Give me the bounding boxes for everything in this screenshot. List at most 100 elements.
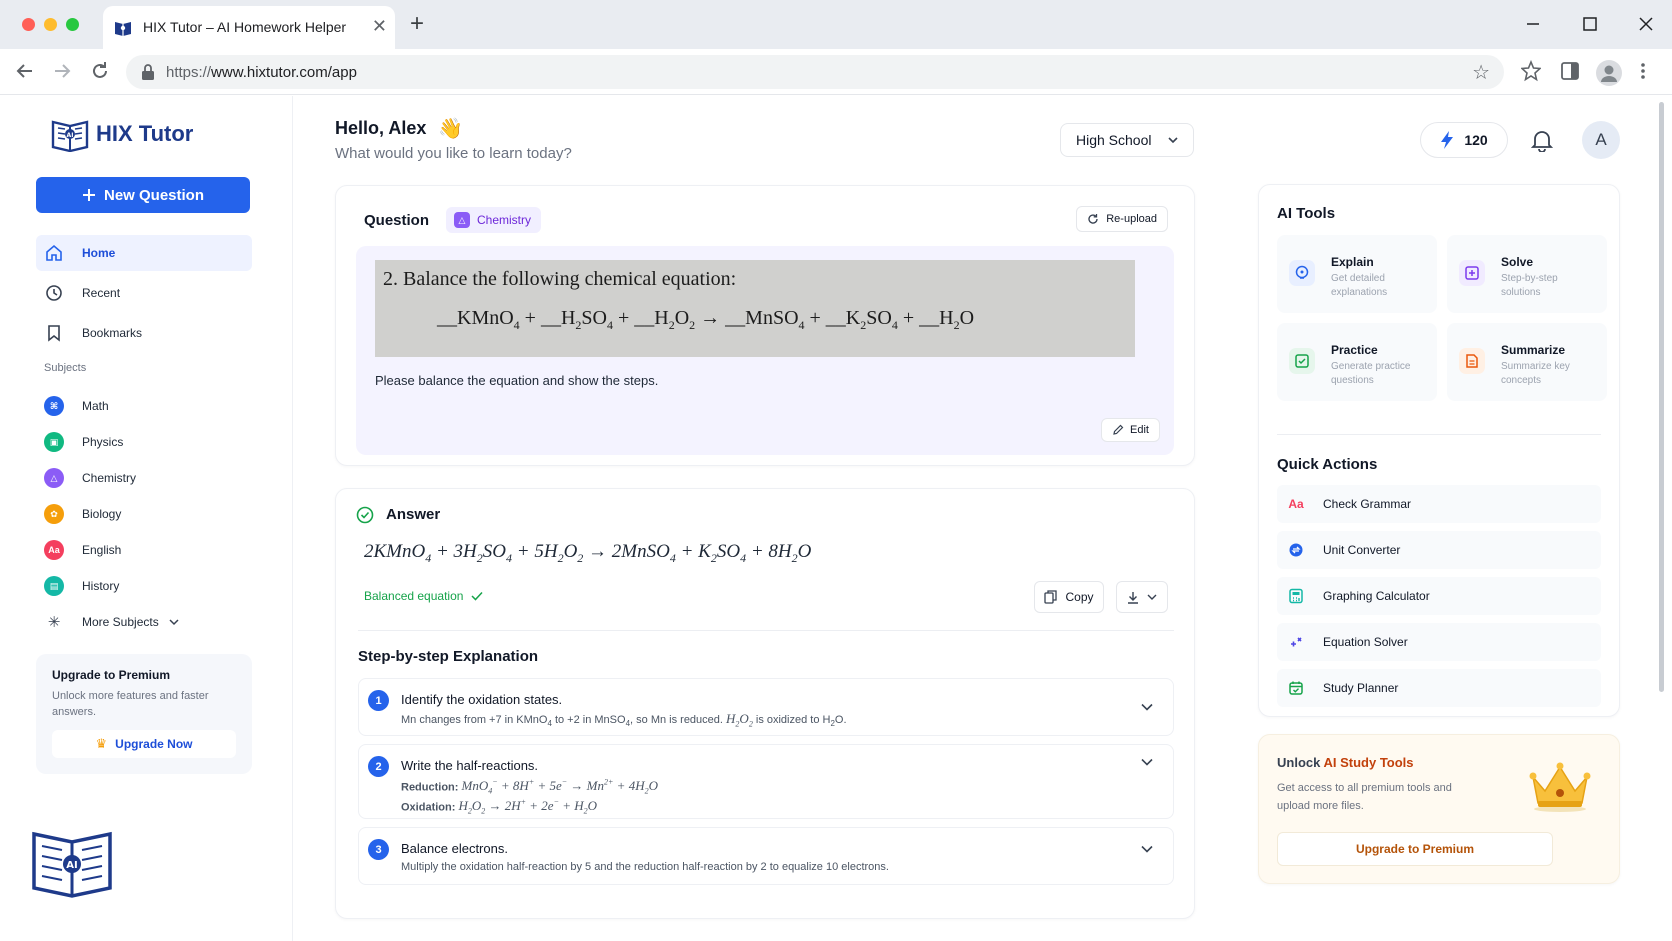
subject-history[interactable]: ▤ History	[36, 571, 252, 601]
subject-english[interactable]: Aa English	[36, 535, 252, 565]
quick-equation-solver[interactable]: Equation Solver	[1277, 623, 1601, 661]
graphing-calculator-icon	[1287, 588, 1305, 604]
reduction-half-reaction: Reduction: MnO4− + 8H+ + 5e− → Mn2+ + 4H…	[401, 778, 658, 796]
tool-solve[interactable]: Solve Step-by-step solutions	[1447, 235, 1607, 313]
subject-physics[interactable]: ▣ Physics	[36, 427, 252, 457]
browser-tab[interactable]: HIX Tutor – AI Homework Helper ✕	[103, 6, 395, 49]
subject-math[interactable]: ⌘ Math	[36, 391, 252, 421]
unit-converter-icon	[1287, 542, 1305, 558]
subject-biology[interactable]: ✿ Biology	[36, 499, 252, 529]
url-text: https://www.hixtutor.com/app	[166, 64, 357, 81]
avatar[interactable]: A	[1582, 121, 1620, 159]
chevron-down-icon[interactable]	[1141, 845, 1153, 853]
upgrade-now-label: Upgrade Now	[115, 737, 193, 751]
chevron-down-icon	[1147, 594, 1157, 600]
side-panel-icon[interactable]	[1560, 60, 1580, 87]
browser-menu-icon[interactable]	[1640, 60, 1646, 87]
extensions-icon[interactable]	[1520, 59, 1542, 87]
tool-name: Practice	[1331, 343, 1378, 357]
quick-graphing-calculator[interactable]: Graphing Calculator	[1277, 577, 1601, 615]
brand-logo[interactable]: AI HIX Tutor	[50, 116, 193, 152]
edit-button[interactable]: Edit	[1101, 418, 1160, 442]
question-image: 2. Balance the following chemical equati…	[375, 260, 1135, 357]
nav-home[interactable]: Home	[36, 235, 252, 271]
tool-description: Step-by-step solutions	[1501, 273, 1558, 298]
level-dropdown[interactable]: High School	[1060, 123, 1194, 157]
tool-name: Summarize	[1501, 343, 1566, 357]
history-icon: ▤	[44, 576, 64, 596]
biology-icon: ✿	[44, 504, 64, 524]
svg-text:AI: AI	[66, 860, 77, 871]
maximize-icon[interactable]	[1582, 12, 1598, 42]
subject-tag-label: Chemistry	[477, 213, 532, 227]
page-scrollbar[interactable]	[1659, 102, 1664, 692]
oxidation-half-reaction: Oxidation: H2O2 → 2H+ + 2e− + H2O	[401, 798, 598, 816]
home-icon	[44, 244, 64, 262]
clock-icon	[44, 284, 64, 302]
step-3[interactable]: 3 Balance electrons. Multiply the oxidat…	[358, 827, 1174, 885]
grammar-icon: Aa	[1288, 497, 1304, 511]
more-subjects-label: More Subjects	[82, 615, 159, 629]
reupload-button[interactable]: Re-upload	[1076, 206, 1168, 232]
step-2[interactable]: 2 Write the half-reactions. Reduction: M…	[358, 744, 1174, 819]
upgrade-now-button[interactable]: ♛ Upgrade Now	[52, 730, 236, 758]
nav-recent[interactable]: Recent	[36, 275, 252, 311]
tool-practice[interactable]: Practice Generate practice questions	[1277, 323, 1437, 401]
edit-label: Edit	[1130, 424, 1149, 436]
bookmark-icon	[44, 324, 64, 342]
forward-arrow-icon[interactable]	[52, 58, 72, 91]
download-button[interactable]	[1116, 581, 1168, 613]
balanced-status: Balanced equation	[364, 589, 483, 603]
steps-heading: Step-by-step Explanation	[358, 648, 539, 665]
nav-bookmarks[interactable]: Bookmarks	[36, 315, 252, 351]
tool-explain[interactable]: Explain Get detailed explanations	[1277, 235, 1437, 313]
tool-summarize[interactable]: Summarize Summarize key concepts	[1447, 323, 1607, 401]
url-field[interactable]: https://www.hixtutor.com/app ☆	[126, 55, 1504, 89]
sidebar: AI HIX Tutor New Question Home Recent Bo…	[0, 96, 293, 941]
physics-icon: ▣	[44, 432, 64, 452]
credits-badge[interactable]: 120	[1420, 122, 1508, 158]
reload-icon[interactable]	[90, 58, 110, 91]
pencil-icon	[1113, 424, 1124, 435]
close-window-dot[interactable]	[22, 18, 35, 31]
more-subjects[interactable]: ✳ More Subjects	[36, 607, 252, 637]
back-arrow-icon[interactable]	[15, 58, 35, 91]
unlock-title: Unlock AI Study Tools	[1277, 755, 1414, 770]
step-title: Balance electrons.	[401, 841, 508, 856]
subject-biology-label: Biology	[82, 507, 122, 521]
upgrade-to-premium-button[interactable]: Upgrade to Premium	[1277, 832, 1553, 866]
new-question-button[interactable]: New Question	[36, 177, 250, 213]
upgrade-card: Upgrade to Premium Unlock more features …	[36, 654, 252, 774]
quick-check-grammar[interactable]: Aa Check Grammar	[1277, 485, 1601, 523]
minimize-window-dot[interactable]	[44, 18, 57, 31]
chevron-down-icon	[169, 619, 179, 626]
level-value: High School	[1076, 132, 1152, 148]
balanced-equation: 2KMnO4 + 3H2SO4 + 5H2O2 → 2MnSO4 + K2SO4…	[364, 541, 812, 565]
new-tab-button[interactable]: +	[410, 12, 424, 36]
chevron-down-icon[interactable]	[1141, 758, 1153, 766]
tool-name: Explain	[1331, 255, 1374, 269]
quick-study-planner[interactable]: Study Planner	[1277, 669, 1601, 707]
step-number: 2	[368, 756, 389, 777]
tab-close-icon[interactable]: ✕	[372, 16, 387, 36]
sparkle-icon: ✳	[47, 614, 61, 631]
profile-icon[interactable]	[1596, 60, 1622, 86]
brand-name: HIX Tutor	[96, 121, 194, 146]
copy-button[interactable]: Copy	[1034, 581, 1104, 613]
subject-chemistry[interactable]: △ Chemistry	[36, 463, 252, 493]
chevron-down-icon	[1168, 137, 1178, 144]
question-text: Please balance the equation and show the…	[375, 373, 659, 388]
step-1[interactable]: 1 Identify the oxidation states. Mn chan…	[358, 678, 1174, 736]
subject-chemistry-label: Chemistry	[82, 471, 137, 485]
wave-icon: 👋	[438, 118, 463, 140]
quick-unit-converter[interactable]: Unit Converter	[1277, 531, 1601, 569]
chevron-down-icon[interactable]	[1141, 703, 1153, 711]
close-icon[interactable]	[1638, 12, 1654, 42]
minimize-icon[interactable]	[1525, 12, 1541, 42]
bookmark-star-icon[interactable]: ☆	[1472, 60, 1490, 85]
bell-icon[interactable]	[1531, 128, 1553, 152]
quick-action-label: Equation Solver	[1323, 635, 1408, 649]
unlock-premium-card: Unlock AI Study Tools Get access to all …	[1258, 734, 1620, 884]
tool-description: Generate practice questions	[1331, 361, 1411, 386]
zoom-window-dot[interactable]	[66, 18, 79, 31]
